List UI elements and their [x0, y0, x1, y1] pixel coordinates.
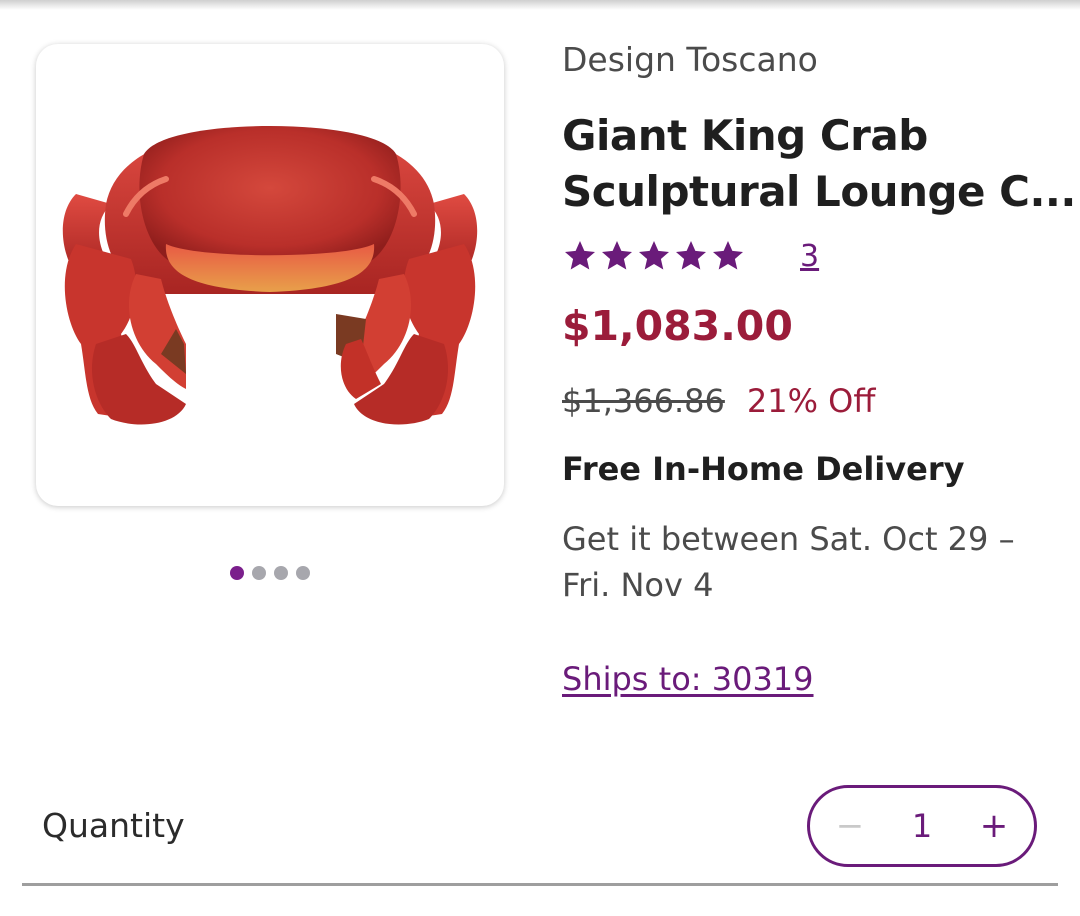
ships-to-link[interactable]: Ships to: 30319 — [562, 660, 814, 698]
star-icon — [713, 241, 743, 270]
product-title-line-2: Sculptural Lounge C... — [562, 167, 1076, 216]
bottom-divider — [22, 883, 1058, 886]
star-icon — [639, 241, 669, 270]
star-icon — [676, 241, 706, 270]
increment-button[interactable]: + — [976, 809, 1012, 843]
delivery-title: Free In-Home Delivery — [562, 450, 965, 488]
carousel-dot-2[interactable] — [252, 566, 266, 580]
brand-name[interactable]: Design Toscano — [562, 40, 818, 79]
top-divider — [0, 0, 1080, 10]
delivery-estimate: Get it between Sat. Oct 29 – Fri. Nov 4 — [562, 520, 1015, 604]
star-rating — [562, 238, 746, 274]
original-price: $1,366.86 — [562, 382, 725, 420]
review-count-link[interactable]: 3 — [800, 239, 819, 274]
decrement-button[interactable]: − — [832, 809, 868, 843]
carousel-dot-4[interactable] — [296, 566, 310, 580]
product-title: Giant King Crab Sculptural Lounge C... — [562, 108, 1076, 220]
crab-chair-illustration — [62, 126, 478, 425]
product-image[interactable] — [36, 44, 504, 506]
star-icon — [602, 241, 632, 270]
quantity-stepper[interactable]: − 1 + — [807, 785, 1037, 867]
product-title-line-1: Giant King Crab — [562, 111, 928, 160]
quantity-value[interactable]: 1 — [912, 807, 932, 845]
carousel-dot-3[interactable] — [274, 566, 288, 580]
sale-price: $1,083.00 — [562, 302, 793, 350]
rating-row[interactable]: 3 — [562, 238, 819, 274]
discount-badge: 21% Off — [746, 382, 876, 420]
quantity-label: Quantity — [42, 806, 185, 845]
image-carousel-dots[interactable] — [230, 566, 310, 580]
price-comparison: $1,366.86 21% Off — [562, 382, 875, 420]
carousel-dot-1[interactable] — [230, 566, 244, 580]
star-icon — [565, 241, 595, 270]
